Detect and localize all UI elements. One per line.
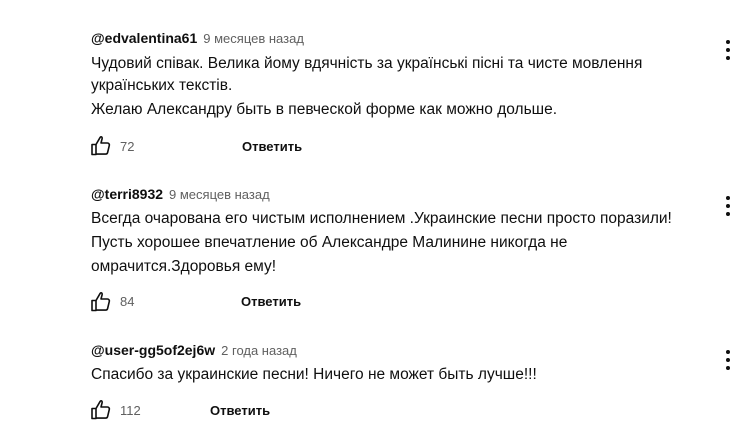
comment-time[interactable]: 9 месяцев назад [203, 31, 304, 46]
comment-text-line: Чудовий співак. Велика йому вдячність за… [91, 55, 643, 72]
comment-author[interactable]: @user-gg5of2ej6w [91, 342, 215, 358]
reply-button[interactable]: Ответить [241, 294, 301, 309]
more-vert-icon[interactable] [721, 40, 735, 62]
comment-header: @user-gg5of2ej6w 2 года назад [91, 342, 297, 358]
comment-time[interactable]: 2 года назад [221, 343, 297, 358]
comment-text-line: омрачится.Здоровья ему! [91, 258, 277, 275]
reply-button[interactable]: Ответить [242, 139, 302, 154]
like-count: 84 [120, 294, 135, 309]
thumb-up-icon[interactable] [89, 290, 113, 314]
comment-author[interactable]: @edvalentina61 [91, 30, 197, 46]
like-count: 112 [120, 403, 141, 418]
reply-button[interactable]: Ответить [210, 403, 270, 418]
more-vert-icon[interactable] [721, 350, 735, 372]
comment-text-line: Всегда очарована его чистым исполнением … [91, 210, 672, 227]
thumb-up-icon[interactable] [89, 134, 113, 158]
thumb-up-icon[interactable] [89, 398, 113, 422]
comment-text-line: Пусть хорошее впечатление об Александре … [91, 234, 568, 251]
like-count: 72 [120, 139, 135, 154]
comment-author[interactable]: @terri8932 [91, 186, 163, 202]
comment-text-line: українських текстів. [91, 77, 233, 94]
comment-header: @terri8932 9 месяцев назад [91, 186, 270, 202]
comment-header: @edvalentina61 9 месяцев назад [91, 30, 304, 46]
comment-time[interactable]: 9 месяцев назад [169, 187, 270, 202]
comment-text-line: Спасибо за украинские песни! Ничего не м… [91, 366, 537, 383]
more-vert-icon[interactable] [721, 196, 735, 218]
comment-text-line: Желаю Александру быть в певческой форме … [91, 101, 558, 118]
